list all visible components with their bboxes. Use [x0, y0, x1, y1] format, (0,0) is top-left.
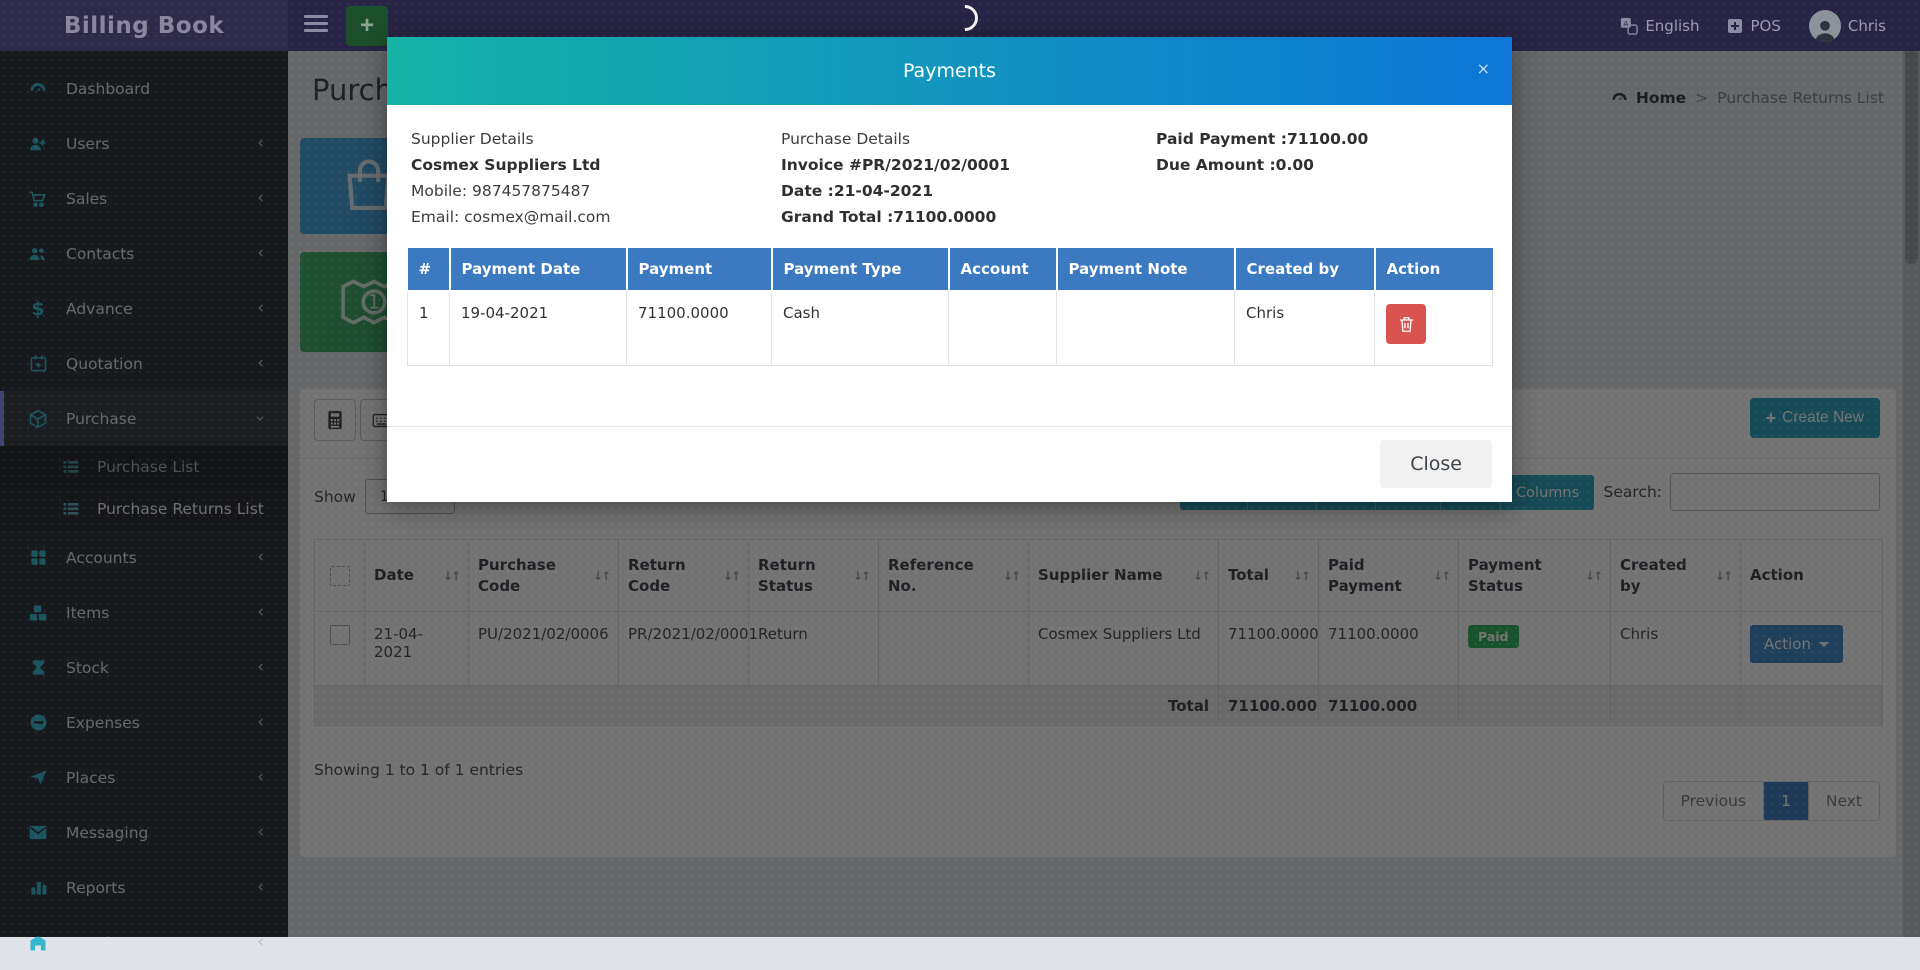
- payment-date: 19-04-2021: [450, 291, 627, 365]
- purchase-invoice: Invoice #PR/2021/02/0001: [781, 152, 1156, 178]
- language-menu[interactable]: A English: [1620, 17, 1699, 35]
- payment-note: [1057, 291, 1235, 365]
- purchase-details-heading: Purchase Details: [781, 126, 1156, 152]
- payment-created-by: Chris: [1235, 291, 1375, 365]
- translate-icon: A: [1620, 17, 1638, 35]
- due-amount: Due Amount :0.00: [1156, 152, 1488, 178]
- trash-icon: [1399, 316, 1414, 333]
- language-label: English: [1645, 17, 1699, 35]
- close-button[interactable]: Close: [1380, 440, 1492, 488]
- pos-label: POS: [1750, 17, 1780, 35]
- delete-payment-button[interactable]: [1386, 304, 1426, 344]
- modal-info: Supplier Details Cosmex Suppliers Ltd Mo…: [387, 105, 1512, 230]
- user-name: Chris: [1848, 17, 1886, 35]
- supplier-details: Supplier Details Cosmex Suppliers Ltd Mo…: [411, 126, 781, 230]
- payment-account: [949, 291, 1057, 365]
- pcol-payment-type: Payment Type: [772, 248, 949, 291]
- payment-amount: 71100.0000: [627, 291, 772, 365]
- payment-row: 1 19-04-2021 71100.0000 Cash Chris: [408, 291, 1493, 365]
- pos-link[interactable]: POS: [1727, 17, 1780, 35]
- modal-footer: Close: [387, 426, 1512, 502]
- pcol-created-by: Created by: [1235, 248, 1375, 291]
- payment-num: 1: [408, 291, 450, 365]
- paid-payment: Paid Payment :71100.00: [1156, 126, 1488, 152]
- payment-summary: Paid Payment :71100.00 Due Amount :0.00: [1156, 126, 1488, 230]
- close-icon[interactable]: ×: [1477, 61, 1490, 77]
- pcol-num: #: [408, 248, 450, 291]
- avatar: [1809, 10, 1841, 42]
- menu-toggle-icon[interactable]: [304, 15, 328, 35]
- payment-type: Cash: [772, 291, 949, 365]
- supplier-details-heading: Supplier Details: [411, 126, 781, 152]
- pcol-payment: Payment: [627, 248, 772, 291]
- user-menu[interactable]: Chris: [1809, 10, 1886, 42]
- supplier-mobile: Mobile: 987457875487: [411, 178, 781, 204]
- purchase-date: Date :21-04-2021: [781, 178, 1156, 204]
- purchase-grand-total: Grand Total :71100.0000: [781, 204, 1156, 230]
- supplier-email: Email: cosmex@mail.com: [411, 204, 781, 230]
- pcol-account: Account: [949, 248, 1057, 291]
- payments-modal: Payments × Supplier Details Cosmex Suppl…: [387, 37, 1512, 502]
- modal-header: Payments ×: [387, 37, 1512, 105]
- pcol-payment-date: Payment Date: [450, 248, 627, 291]
- pcol-action: Action: [1375, 248, 1493, 291]
- payments-header-row: # Payment Date Payment Payment Type Acco…: [408, 248, 1493, 291]
- app-brand[interactable]: Billing Book: [0, 0, 288, 51]
- payment-action: [1375, 291, 1493, 365]
- quick-add-button[interactable]: +: [346, 6, 388, 46]
- purchase-details: Purchase Details Invoice #PR/2021/02/000…: [781, 126, 1156, 230]
- plus-square-icon: [1727, 18, 1743, 34]
- payments-table: # Payment Date Payment Payment Type Acco…: [407, 248, 1493, 366]
- modal-title: Payments: [903, 60, 996, 82]
- supplier-name: Cosmex Suppliers Ltd: [411, 152, 781, 178]
- pcol-payment-note: Payment Note: [1057, 248, 1235, 291]
